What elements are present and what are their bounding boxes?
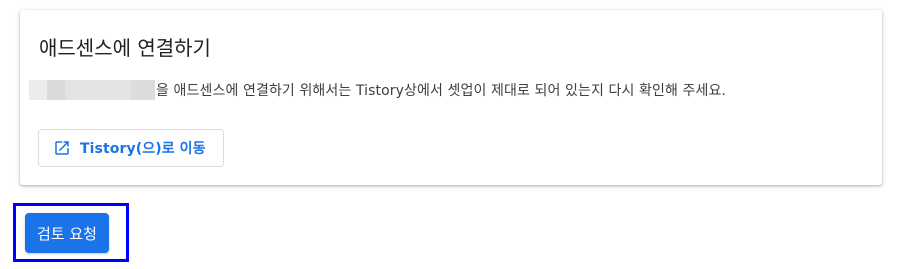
redacted-site-name <box>29 80 155 100</box>
open-in-new-icon <box>53 139 71 157</box>
go-to-tistory-label: Tistory(으)로 이동 <box>80 141 206 157</box>
card-description-text: 을 애드센스에 연결하기 위해서는 Tistory상에서 셋업이 제대로 되어 … <box>156 83 726 99</box>
card-description: 을 애드센스에 연결하기 위해서는 Tistory상에서 셋업이 제대로 되어 … <box>29 80 726 100</box>
go-to-tistory-button[interactable]: Tistory(으)로 이동 <box>38 129 224 167</box>
adsense-connect-card: 애드센스에 연결하기 을 애드센스에 연결하기 위해서는 Tistory상에서 … <box>20 10 882 185</box>
card-title: 애드센스에 연결하기 <box>39 36 211 60</box>
request-review-button[interactable]: 검토 요청 <box>25 213 109 253</box>
